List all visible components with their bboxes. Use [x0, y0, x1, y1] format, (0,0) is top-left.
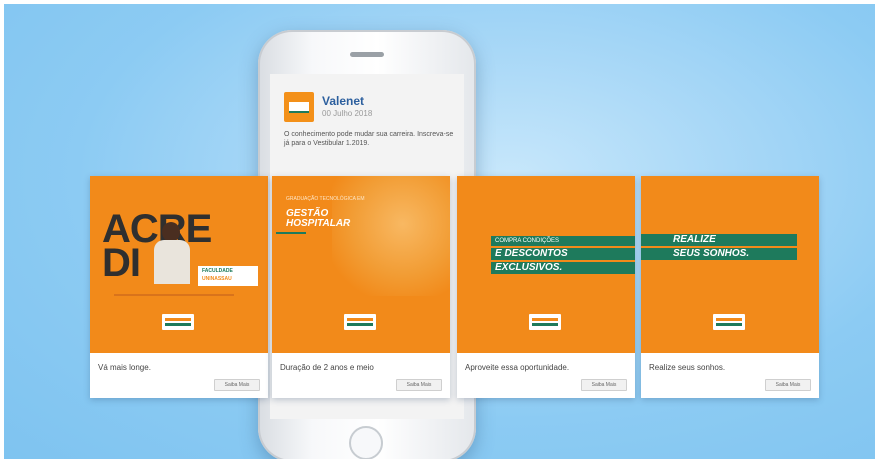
card-title: GESTÃO HOSPITALAR — [286, 209, 350, 229]
title-line-2: HOSPITALAR — [286, 218, 351, 229]
accent-line — [276, 232, 306, 234]
carousel-card-3[interactable]: COMPRA CONDIÇÕES E DESCONTOS EXCLUSIVOS.… — [457, 176, 635, 398]
brand-logo — [162, 314, 194, 330]
learn-more-button[interactable]: Saiba Mais — [396, 379, 442, 391]
person-body — [154, 240, 190, 284]
brand-logo — [529, 314, 561, 330]
carousel-card-1[interactable]: ACRE DI FACULDADE UNINASSAU Vá mais long… — [90, 176, 268, 398]
learn-more-button[interactable]: Saiba Mais — [214, 379, 260, 391]
card-kicker: GRADUAÇÃO TECNOLÓGICA EM — [286, 196, 365, 202]
learn-more-button[interactable]: Saiba Mais — [581, 379, 627, 391]
ribbon-line-1: COMPRA CONDIÇÕES — [491, 236, 635, 246]
page-avatar[interactable] — [284, 92, 314, 122]
brand-badge: FACULDADE UNINASSAU — [198, 266, 258, 286]
badge-line-1: FACULDADE — [202, 268, 233, 274]
ribbon-line-3: EXCLUSIVOS. — [491, 262, 635, 274]
brand-logo — [713, 314, 745, 330]
post-date: 00 Julho 2018 — [322, 109, 373, 118]
card-image: COMPRA CONDIÇÕES E DESCONTOS EXCLUSIVOS. — [457, 176, 635, 353]
brand-logo — [344, 314, 376, 330]
card-image: REALIZE SEUS SONHOS. — [641, 176, 819, 353]
person-head — [162, 222, 180, 242]
post-text: O conhecimento pode mudar sua carreira. … — [284, 131, 454, 147]
card-caption: Duração de 2 anos e meio — [280, 363, 374, 372]
ribbon-line-2: SEUS SONHOS. — [641, 248, 797, 260]
student-photo — [152, 222, 192, 284]
logo-mark — [289, 102, 309, 113]
card-caption: Vá mais longe. — [98, 363, 151, 372]
card-caption: Realize seus sonhos. — [649, 363, 726, 372]
card-caption: Aproveite essa oportunidade. — [465, 363, 570, 372]
divider — [114, 294, 234, 296]
home-button[interactable] — [349, 426, 383, 460]
background-photo — [332, 176, 450, 296]
carousel-card-2[interactable]: GRADUAÇÃO TECNOLÓGICA EM GESTÃO HOSPITAL… — [272, 176, 450, 398]
ribbon-line-2: E DESCONTOS — [491, 248, 635, 260]
learn-more-button[interactable]: Saiba Mais — [765, 379, 811, 391]
phone-speaker — [350, 52, 384, 57]
carousel-card-4[interactable]: REALIZE SEUS SONHOS. Realize seus sonhos… — [641, 176, 819, 398]
page-name[interactable]: Valenet — [322, 94, 364, 108]
ad-mockup-canvas: Valenet 00 Julho 2018 O conhecimento pod… — [0, 0, 879, 463]
badge-line-2: UNINASSAU — [202, 276, 232, 282]
card-image: GRADUAÇÃO TECNOLÓGICA EM GESTÃO HOSPITAL… — [272, 176, 450, 353]
ribbon-line-1: REALIZE — [641, 234, 797, 246]
card-image: ACRE DI FACULDADE UNINASSAU — [90, 176, 268, 353]
